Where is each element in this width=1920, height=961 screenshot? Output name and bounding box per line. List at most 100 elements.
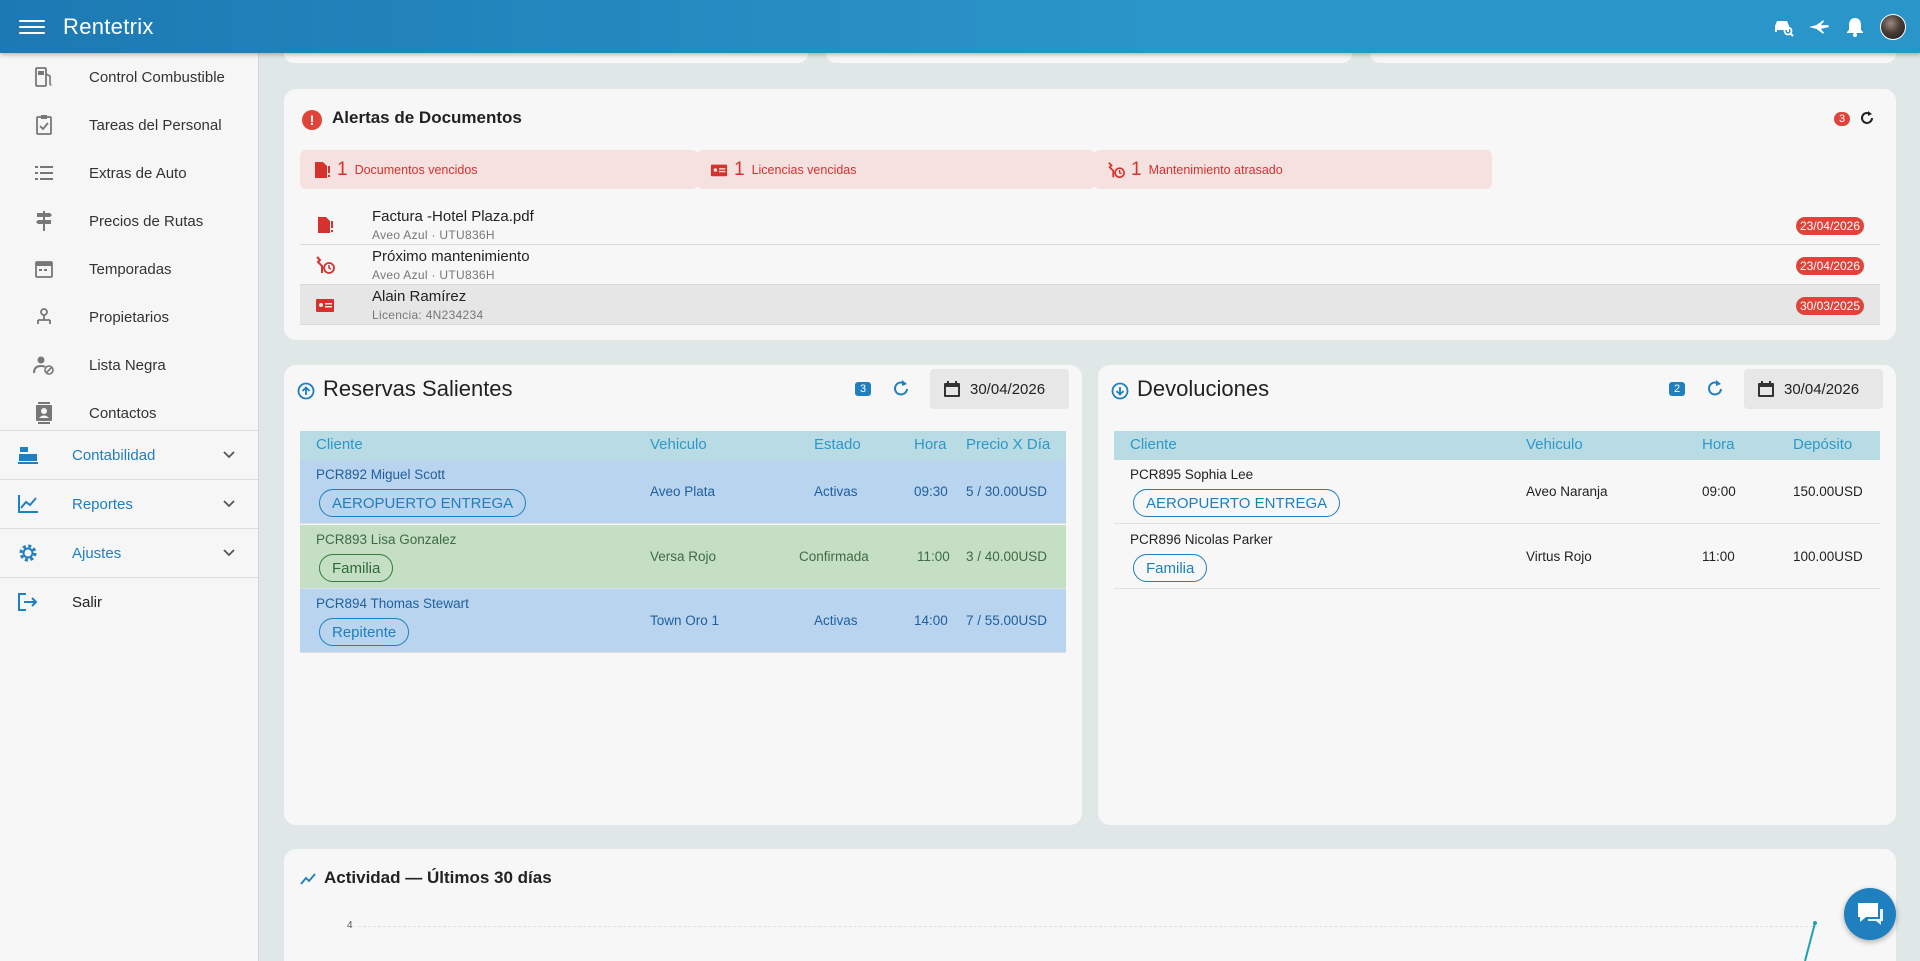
outgoing-date-value: 30/04/2026 — [970, 380, 1046, 398]
y-axis-tick: 4 — [347, 920, 353, 931]
status: Activas — [814, 613, 858, 628]
chat-button[interactable] — [1844, 888, 1896, 940]
wrench-clock-icon — [315, 255, 335, 275]
column-header: Cliente — [316, 436, 363, 453]
id-card-icon — [315, 295, 335, 315]
vehicle: Versa Rojo — [650, 549, 717, 564]
car-search-icon[interactable] — [1772, 16, 1794, 38]
time: 09:30 — [914, 484, 948, 499]
sidebar-logout-label: Salir — [72, 593, 103, 611]
chevron-down-icon — [223, 451, 235, 459]
sidebar-logout[interactable]: Salir — [0, 577, 258, 626]
alert-pill-count: 1 — [1131, 158, 1142, 180]
notification-bell-icon[interactable] — [1844, 16, 1866, 38]
price: 5 / 30.00USD — [966, 484, 1048, 499]
alert-pill-maintenance[interactable]: 1 Mantenimiento atrasado — [1094, 150, 1492, 189]
sidebar-item-precios-de-rutas[interactable]: Precios de Rutas — [0, 197, 258, 245]
alert-row-date: 23/04/2026 — [1795, 257, 1864, 275]
client-name: PCR896 Nicolas Parker — [1130, 532, 1273, 547]
status: Activas — [814, 484, 858, 499]
alert-row-sub: Aveo Azul · UTU836H — [372, 228, 495, 242]
cash-register-icon — [16, 443, 40, 467]
alert-pill-label: Licencias vencidas — [751, 162, 857, 177]
sidebar-group-reportes[interactable]: Reportes — [0, 479, 258, 528]
table-row[interactable]: PCR894 Thomas Stewart Repitente Town Oro… — [300, 589, 1066, 653]
hamburger-menu-icon[interactable] — [19, 17, 45, 37]
sidebar-item-label: Extras de Auto — [89, 164, 187, 182]
refresh-icon[interactable] — [891, 379, 913, 401]
alert-row-name: Próximo mantenimiento — [372, 248, 530, 265]
sidebar-item-extras-de-auto[interactable]: Extras de Auto — [0, 149, 258, 197]
alert-row-date: 23/04/2026 — [1795, 217, 1864, 235]
alert-row[interactable]: Factura -Hotel Plaza.pdf Aveo Azul · UTU… — [300, 205, 1880, 245]
calendar-icon — [944, 381, 960, 397]
refresh-icon[interactable] — [1705, 379, 1727, 401]
list-icon — [32, 161, 56, 185]
alert-row[interactable]: Alain Ramírez Licencia: 4N234234 30/03/2… — [300, 285, 1880, 325]
stat-card — [284, 53, 808, 63]
alert-pill-label: Mantenimiento atrasado — [1148, 162, 1283, 177]
user-avatar[interactable] — [1880, 13, 1906, 40]
sidebar-item-control-combustible[interactable]: Control Combustible — [0, 53, 258, 101]
activity-line — [1804, 921, 1817, 961]
top-app-bar: Rentetrix — [0, 0, 1920, 53]
sidebar-group-ajustes[interactable]: Ajustes — [0, 528, 258, 577]
chevron-down-icon — [223, 500, 235, 508]
client-name: PCR894 Thomas Stewart — [316, 596, 469, 611]
sidebar-item-propietarios[interactable]: Propietarios — [0, 293, 258, 341]
logout-icon — [16, 590, 40, 614]
table-row[interactable]: PCR895 Sophia Lee AEROPUERTO ENTREGA Ave… — [1114, 460, 1880, 524]
sidebar-group-label: Contabilidad — [72, 446, 156, 464]
document-alert-icon — [313, 161, 331, 179]
sidebar-item-label: Control Combustible — [89, 68, 225, 86]
chart-line-icon — [16, 492, 40, 516]
sidebar-item-temporadas[interactable]: Temporadas — [0, 245, 258, 293]
table-row[interactable]: PCR892 Miguel Scott AEROPUERTO ENTREGA A… — [300, 460, 1066, 524]
client-name: PCR895 Sophia Lee — [1130, 467, 1254, 482]
activity-title: Actividad — Últimos 30 días — [324, 868, 552, 887]
outgoing-date-picker[interactable]: 30/04/2026 — [930, 369, 1069, 409]
gear-icon — [16, 541, 40, 565]
client-tag: AEROPUERTO ENTREGA — [319, 489, 527, 517]
sidebar-item-label: Contactos — [89, 404, 157, 422]
sidebar-item-label: Tareas del Personal — [89, 116, 222, 134]
wrench-clock-icon — [1107, 161, 1125, 179]
outgoing-count-badge: 3 — [855, 382, 872, 396]
chevron-down-icon — [223, 549, 235, 557]
vehicle: Aveo Plata — [650, 484, 716, 499]
vehicle: Town Oro 1 — [650, 613, 720, 628]
sidebar-item-lista-negra[interactable]: Lista Negra — [0, 341, 258, 389]
alert-pill-documents[interactable]: 1 Documentos vencidos — [300, 150, 698, 189]
column-header: Precio X Día — [966, 436, 1051, 453]
plane-icon[interactable] — [1808, 16, 1830, 38]
time: 09:00 — [1702, 484, 1736, 499]
alert-row[interactable]: Próximo mantenimiento Aveo Azul · UTU836… — [300, 245, 1880, 285]
alert-row-name: Factura -Hotel Plaza.pdf — [372, 208, 534, 225]
column-header: Hora — [1702, 436, 1735, 453]
column-header: Estado — [814, 436, 861, 453]
vehicle: Virtus Rojo — [1526, 549, 1592, 564]
sidebar-item-tareas-del-personal[interactable]: Tareas del Personal — [0, 101, 258, 149]
refresh-icon[interactable] — [1859, 110, 1877, 128]
app-title: Rentetrix — [63, 13, 154, 39]
person-tree-icon — [32, 305, 56, 329]
document-alert-icon — [315, 215, 335, 235]
client-name: PCR893 Lisa Gonzalez — [316, 532, 457, 547]
sidebar-group-contabilidad[interactable]: Contabilidad — [0, 430, 258, 479]
arrow-down-circle-icon — [1111, 382, 1129, 400]
alert-pill-count: 1 — [337, 158, 348, 180]
returns-date-picker[interactable]: 30/04/2026 — [1744, 369, 1883, 409]
client-tag: Familia — [1133, 554, 1208, 582]
table-row[interactable]: PCR893 Lisa Gonzalez Familia Versa Rojo … — [300, 525, 1066, 589]
column-header: Cliente — [1130, 436, 1177, 453]
fuel-pump-icon — [32, 65, 56, 89]
sidebar-item-label: Lista Negra — [89, 356, 166, 374]
table-row[interactable]: PCR896 Nicolas Parker Familia Virtus Roj… — [1114, 525, 1880, 589]
alert-pill-licenses[interactable]: 1 Licencias vencidas — [697, 150, 1095, 189]
alert-row-sub: Licencia: 4N234234 — [372, 308, 484, 322]
column-header: Depósito — [1793, 436, 1853, 453]
outgoing-table-header: Cliente Vehiculo Estado Hora Precio X Dí… — [300, 431, 1066, 460]
time: 14:00 — [914, 613, 948, 628]
price: 7 / 55.00USD — [966, 613, 1048, 628]
alerts-title: Alertas de Documentos — [332, 108, 522, 127]
